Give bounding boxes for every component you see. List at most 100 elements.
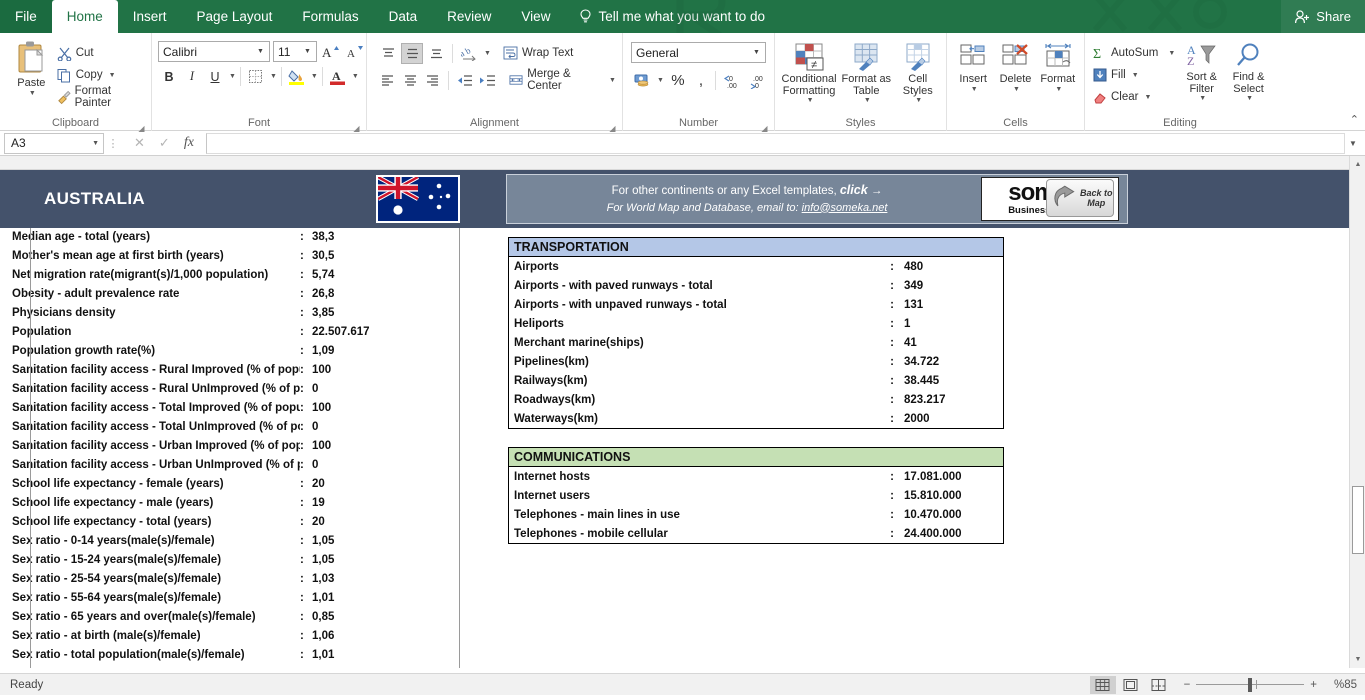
delete-cells-caret-icon[interactable]: ▼	[1013, 86, 1020, 93]
tab-view[interactable]: View	[506, 0, 565, 33]
left-data-row[interactable]: Sex ratio - total population(male(s)/fem…	[0, 646, 459, 665]
clear-button[interactable]: Clear ▼	[1093, 86, 1175, 108]
borders-caret-icon[interactable]: ▼	[270, 73, 277, 80]
format-as-table-button[interactable]: Format as Table ▼	[841, 40, 891, 104]
left-data-row[interactable]: Sanitation facility access - Urban UnImp…	[0, 456, 459, 475]
cut-button[interactable]: Cut	[57, 42, 145, 64]
left-data-row[interactable]: Sanitation facility access - Urban Impro…	[0, 437, 459, 456]
page-break-view-button[interactable]	[1146, 676, 1172, 694]
font-name-chevron-down-icon[interactable]: ▼	[254, 48, 267, 55]
tell-me-search[interactable]: Tell me what you want to do	[565, 0, 779, 33]
format-painter-button[interactable]: Format Painter	[57, 85, 145, 109]
insert-cells-caret-icon[interactable]: ▼	[971, 86, 978, 93]
font-size-chevron-down-icon[interactable]: ▼	[301, 48, 314, 55]
left-data-row[interactable]: Population growth rate(%):1,09	[0, 342, 459, 361]
zoom-slider[interactable]	[1196, 677, 1305, 692]
increase-font-size-button[interactable]: A	[320, 41, 342, 62]
left-data-row[interactable]: Sex ratio - 0-14 years(male(s)/female):1…	[0, 532, 459, 551]
sort-filter-caret-icon[interactable]: ▼	[1199, 95, 1206, 102]
conditional-formatting-button[interactable]: ≠ Conditional Formatting ▼	[781, 40, 837, 104]
format-cells-caret-icon[interactable]: ▼	[1055, 86, 1062, 93]
delete-cells-button[interactable]: Delete ▼	[995, 40, 1035, 93]
table-row[interactable]: Telephones - main lines in use:10.470.00…	[509, 505, 1003, 524]
wrap-text-button[interactable]: Wrap Text	[503, 42, 573, 64]
left-data-row[interactable]: Sex ratio - 55-64 years(male(s)/female):…	[0, 589, 459, 608]
table-row[interactable]: Internet users:15.810.000	[509, 486, 1003, 505]
vertical-scroll-thumb[interactable]	[1352, 486, 1364, 554]
table-row[interactable]: Internet hosts:17.081.000	[509, 467, 1003, 486]
expand-formula-bar-icon[interactable]: ▼	[1345, 139, 1361, 148]
table-row[interactable]: Airports - with unpaved runways - total:…	[509, 295, 1003, 314]
page-layout-view-button[interactable]	[1118, 676, 1144, 694]
percent-style-button[interactable]: %	[666, 70, 690, 91]
number-format-select[interactable]: General ▼	[631, 42, 766, 63]
formula-input[interactable]	[205, 132, 1345, 154]
scroll-up-button[interactable]: ▲	[1350, 156, 1365, 173]
conditional-formatting-caret-icon[interactable]: ▼	[807, 97, 814, 104]
number-format-chevron-down-icon[interactable]: ▼	[750, 49, 763, 56]
table-row[interactable]: Waterways(km):2000	[509, 409, 1003, 428]
table-row[interactable]: Airports:480	[509, 257, 1003, 276]
clipboard-dialog-launcher[interactable]: ◢	[137, 121, 146, 133]
clear-caret-icon[interactable]: ▼	[1144, 94, 1151, 101]
align-center-button[interactable]	[400, 70, 421, 91]
cancel-entry-icon[interactable]: ✕	[134, 135, 145, 151]
zoom-percentage[interactable]: %85	[1323, 679, 1357, 691]
accounting-caret-icon[interactable]: ▼	[657, 77, 664, 84]
align-top-button[interactable]	[377, 43, 399, 64]
underline-button[interactable]: U	[204, 66, 226, 87]
merge-center-button[interactable]: Merge & Center ▼	[509, 68, 616, 92]
cell-styles-caret-icon[interactable]: ▼	[915, 97, 922, 104]
table-row[interactable]: Railways(km):38.445	[509, 371, 1003, 390]
table-row[interactable]: Merchant marine(ships):41	[509, 333, 1003, 352]
format-as-table-caret-icon[interactable]: ▼	[864, 97, 871, 104]
left-data-row[interactable]: Sanitation facility access - Rural Impro…	[0, 361, 459, 380]
left-data-row[interactable]: Physicians density:3,85	[0, 304, 459, 323]
table-row[interactable]: Pipelines(km):34.722	[509, 352, 1003, 371]
left-data-row[interactable]: Sanitation facility access - Rural UnImp…	[0, 380, 459, 399]
left-data-row[interactable]: Population:22.507.617	[0, 323, 459, 342]
fill-caret-icon[interactable]: ▼	[1132, 72, 1139, 79]
sort-filter-button[interactable]: A Z Sort & Filter ▼	[1181, 40, 1222, 102]
tab-file[interactable]: File	[0, 0, 52, 33]
collapse-ribbon-button[interactable]: ⌃	[1350, 113, 1359, 126]
find-select-button[interactable]: Find & Select ▼	[1228, 40, 1269, 102]
promo-click-word[interactable]: click	[840, 183, 868, 197]
increase-indent-button[interactable]	[477, 70, 498, 91]
left-data-row[interactable]: Sanitation facility access - Total UnImp…	[0, 418, 459, 437]
decrease-font-size-button[interactable]: A	[345, 41, 367, 62]
tab-review[interactable]: Review	[432, 0, 506, 33]
fill-button[interactable]: Fill ▼	[1093, 64, 1175, 86]
orientation-button[interactable]: a b	[458, 43, 480, 64]
back-to-map-button[interactable]: Back to Map	[1046, 179, 1114, 217]
left-data-row[interactable]: School life expectancy - male (years):19	[0, 494, 459, 513]
tab-formulas[interactable]: Formulas	[287, 0, 373, 33]
paste-button[interactable]: Paste ▼	[10, 38, 53, 97]
orientation-caret-icon[interactable]: ▼	[484, 50, 491, 57]
table-row[interactable]: Roadways(km):823.217	[509, 390, 1003, 409]
merge-center-caret-icon[interactable]: ▼	[609, 77, 616, 84]
font-size-input[interactable]: 11 ▼	[273, 41, 317, 62]
font-dialog-launcher[interactable]: ◢	[352, 121, 361, 133]
confirm-entry-icon[interactable]: ✓	[159, 135, 170, 151]
zoom-in-button[interactable]: +	[1310, 679, 1317, 691]
format-cells-button[interactable]: Format ▼	[1038, 40, 1078, 93]
paste-caret-icon[interactable]: ▼	[29, 90, 36, 97]
zoom-slider-thumb[interactable]	[1248, 677, 1253, 692]
accounting-format-button[interactable]	[631, 70, 653, 91]
left-data-row[interactable]: Sex ratio - 15-24 years(male(s)/female):…	[0, 551, 459, 570]
comma-style-button[interactable]: ,	[692, 70, 710, 91]
left-data-row[interactable]: School life expectancy - total (years):2…	[0, 513, 459, 532]
left-data-row[interactable]: Sex ratio - 25-54 years(male(s)/female):…	[0, 570, 459, 589]
font-name-input[interactable]: Calibri ▼	[158, 41, 270, 62]
align-right-button[interactable]	[423, 70, 444, 91]
table-row[interactable]: Telephones - mobile cellular:24.400.000	[509, 524, 1003, 543]
left-data-row[interactable]: Sex ratio - at birth (male(s)/female):1,…	[0, 627, 459, 646]
scroll-down-button[interactable]: ▼	[1350, 651, 1365, 668]
normal-view-button[interactable]	[1089, 675, 1116, 694]
cell-styles-button[interactable]: Cell Styles ▼	[895, 40, 940, 104]
promo-email-link[interactable]: info@someka.net	[802, 202, 888, 214]
fill-color-button[interactable]	[286, 66, 308, 87]
alignment-dialog-launcher[interactable]: ◢	[608, 121, 617, 133]
font-color-caret-icon[interactable]: ▼	[352, 73, 359, 80]
